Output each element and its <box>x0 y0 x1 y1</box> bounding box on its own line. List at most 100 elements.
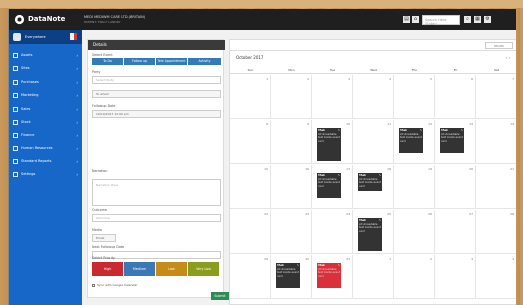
calendar-event[interactable]: TAsk ✎ At Unreadable text inside event car… <box>276 263 300 288</box>
priority-very-low-button[interactable]: Very Low <box>188 262 219 276</box>
segment-to-do[interactable]: To Do <box>92 58 123 65</box>
search-input[interactable]: Search Here (Enter) <box>422 15 460 26</box>
event-description: At Unreadable text inside event card <box>318 177 340 188</box>
checkbox-icon[interactable] <box>92 283 95 287</box>
event-description: At Unreadable text inside event card <box>277 267 299 278</box>
settings-icon <box>13 171 18 177</box>
calendar-day-cell[interactable]: 14 <box>476 120 516 164</box>
calendar-day-cell[interactable]: 23 <box>271 210 312 254</box>
calendar-day-cell[interactable]: 21 <box>476 165 516 209</box>
left-sidebar: Everywhere Assets › Sites › Purchases › Mar… <box>9 30 82 305</box>
calendar-day-cell[interactable]: 15 <box>230 165 271 209</box>
calendar-day-cell[interactable]: 12 TAsk ✎ At Unreadable text inside event c… <box>394 120 435 164</box>
calendar-day-cell[interactable]: 3 <box>312 75 353 119</box>
sidebar-item-sales[interactable]: Sales › <box>13 105 79 114</box>
segment-follow-up[interactable]: Follow up <box>124 58 155 65</box>
event-edit-icon: ✎ <box>378 174 381 177</box>
calendar-day-cell[interactable]: 18 TAsk ✎ At Unreadable text inside event c… <box>353 165 394 209</box>
segment-activity[interactable]: Activity <box>188 58 221 65</box>
calendar-day-cell[interactable]: 11 <box>353 120 394 164</box>
party-label: Party <box>92 70 101 74</box>
calendar-event[interactable]: TAsk ✎ At Unreadable text inside event car… <box>440 128 464 153</box>
narration-textarea[interactable]: Narration Here <box>92 179 221 206</box>
calendar-event[interactable]: TAsk ✎ At Unreadable text inside event car… <box>358 173 382 191</box>
media-select[interactable]: Email <box>92 234 116 242</box>
next-followup-date-label: Next Followup Date <box>92 245 125 249</box>
sidebar-item-purchases[interactable]: Purchases › <box>13 78 79 87</box>
day-number: 4 <box>389 77 391 81</box>
sidebar-item-stock[interactable]: Stock › <box>13 118 79 127</box>
sidebar-item-human-resources[interactable]: Human Resources › <box>13 144 79 153</box>
calendar-day-cell[interactable]: 30 TAsk ✎ At Unreadable text inside event c… <box>271 255 312 299</box>
calendar-day-cell[interactable]: 29 <box>230 255 271 299</box>
sync-google-calendar[interactable]: Sync with Google Calendar <box>92 283 138 287</box>
to-whom-select[interactable]: To whom <box>92 90 221 98</box>
calendar-event[interactable]: TAsk ✎ At Unreadable text inside event car… <box>317 263 341 288</box>
calendar-day-cell[interactable]: 2 <box>394 255 435 299</box>
search-icon[interactable]: ⌕ <box>464 16 471 23</box>
calendar-day-cell[interactable]: 25 TAsk ✎ At Unreadable text inside event c… <box>353 210 394 254</box>
sidebar-item-settings[interactable]: Settings › <box>13 170 79 179</box>
calendar-nav-buttons[interactable]: ‹ › <box>506 55 511 60</box>
calendar-day-cell[interactable]: 28 <box>476 210 516 254</box>
calendar-day-cell[interactable]: 26 <box>394 210 435 254</box>
calendar-event[interactable]: TAsk ✎ At Unreadable text inside event car… <box>399 128 423 153</box>
calendar-day-cell[interactable]: 22 <box>230 210 271 254</box>
calendar-day-cell[interactable]: 31 TAsk ✎ At Unreadable text inside event c… <box>312 255 353 299</box>
calendar-event[interactable]: TAsk ✎ At Unreadable text inside event car… <box>358 218 382 251</box>
calendar-day-cell[interactable]: 5 <box>394 75 435 119</box>
calendar-day-cell[interactable]: 1 <box>230 75 271 119</box>
calendar-event[interactable]: TAsk ✎ At Unreadable text inside event car… <box>317 173 341 198</box>
user-switcher[interactable]: Everywhere <box>9 30 82 44</box>
calendar-day-cell[interactable]: 10 TAsk ✎ At Unreadable text inside event c… <box>312 120 353 164</box>
event-edit-icon: ✎ <box>460 129 463 132</box>
calendar-day-cell[interactable]: 4 <box>476 255 516 299</box>
stock-icon <box>13 119 18 125</box>
day-number: 19 <box>428 167 432 171</box>
calendar-event[interactable]: TAsk ✎ At Unreadable text inside event car… <box>317 128 341 161</box>
calendar-day-cell[interactable]: 9 <box>271 120 312 164</box>
calendar-day-cell[interactable]: 2 <box>271 75 312 119</box>
calendar-day-cell[interactable]: 17 TAsk ✎ At Unreadable text inside event c… <box>312 165 353 209</box>
calendar-day-cell[interactable]: 19 <box>394 165 435 209</box>
chevron-right-icon: › <box>508 55 510 60</box>
finance-icon <box>13 132 18 138</box>
sidebar-item-assets[interactable]: Assets › <box>13 51 79 60</box>
settings-icon[interactable]: ⚙ <box>484 16 491 23</box>
party-select[interactable]: Select Party <box>92 76 221 84</box>
event-title: TAsk <box>400 129 407 132</box>
home-icon[interactable]: ⌂ <box>412 16 419 23</box>
calendar-day-cell[interactable]: 7 <box>476 75 516 119</box>
event-edit-icon: ✎ <box>337 129 340 132</box>
keyboard-icon[interactable]: ▤ <box>403 16 410 23</box>
sidebar-item-marketing[interactable]: Marketing › <box>13 91 79 100</box>
calendar-toolbar: Month <box>230 40 516 51</box>
submit-button[interactable]: Submit <box>211 292 229 300</box>
calendar-day-cell[interactable]: 16 <box>271 165 312 209</box>
calendar-day-cell[interactable]: 1 <box>353 255 394 299</box>
calendar-day-cell[interactable]: 13 TAsk ✎ At Unreadable text inside event c… <box>435 120 476 164</box>
priority-medium-button[interactable]: Medium <box>124 262 155 276</box>
followup-date-input[interactable]: 10/10/2017 12:00 pm <box>92 110 221 118</box>
sidebar-item-standard-reports[interactable]: Standard Reports › <box>13 157 79 166</box>
grid-icon[interactable]: ▦ <box>474 16 481 23</box>
calendar-day-cell[interactable]: 4 <box>353 75 394 119</box>
calendar-view-select[interactable]: Month <box>485 42 513 49</box>
priority-low-button[interactable]: Low <box>156 262 187 276</box>
day-number: 18 <box>387 167 391 171</box>
calendar-day-cell[interactable]: 20 <box>435 165 476 209</box>
priority-high-button[interactable]: High <box>92 262 123 276</box>
day-number: 1 <box>266 77 268 81</box>
calendar-panel: Month October 2017 ‹ › Sun Mon Tue Wed Thu Fr… <box>229 39 516 305</box>
calendar-day-cell[interactable]: 27 <box>435 210 476 254</box>
notification-avatar[interactable] <box>70 33 77 40</box>
calendar-day-cell[interactable]: 24 <box>312 210 353 254</box>
calendar-day-cell[interactable]: 3 <box>435 255 476 299</box>
calendar-day-cell[interactable]: 8 <box>230 120 271 164</box>
sidebar-item-sites[interactable]: Sites › <box>13 64 79 73</box>
outcome-input[interactable]: Outcome <box>92 214 221 222</box>
sidebar-item-finance[interactable]: Finance › <box>13 131 79 140</box>
calendar-day-cell[interactable]: 6 <box>435 75 476 119</box>
event-title: TAsk <box>359 174 366 177</box>
segment-tele-appointment[interactable]: Tele Appointment <box>156 58 187 65</box>
